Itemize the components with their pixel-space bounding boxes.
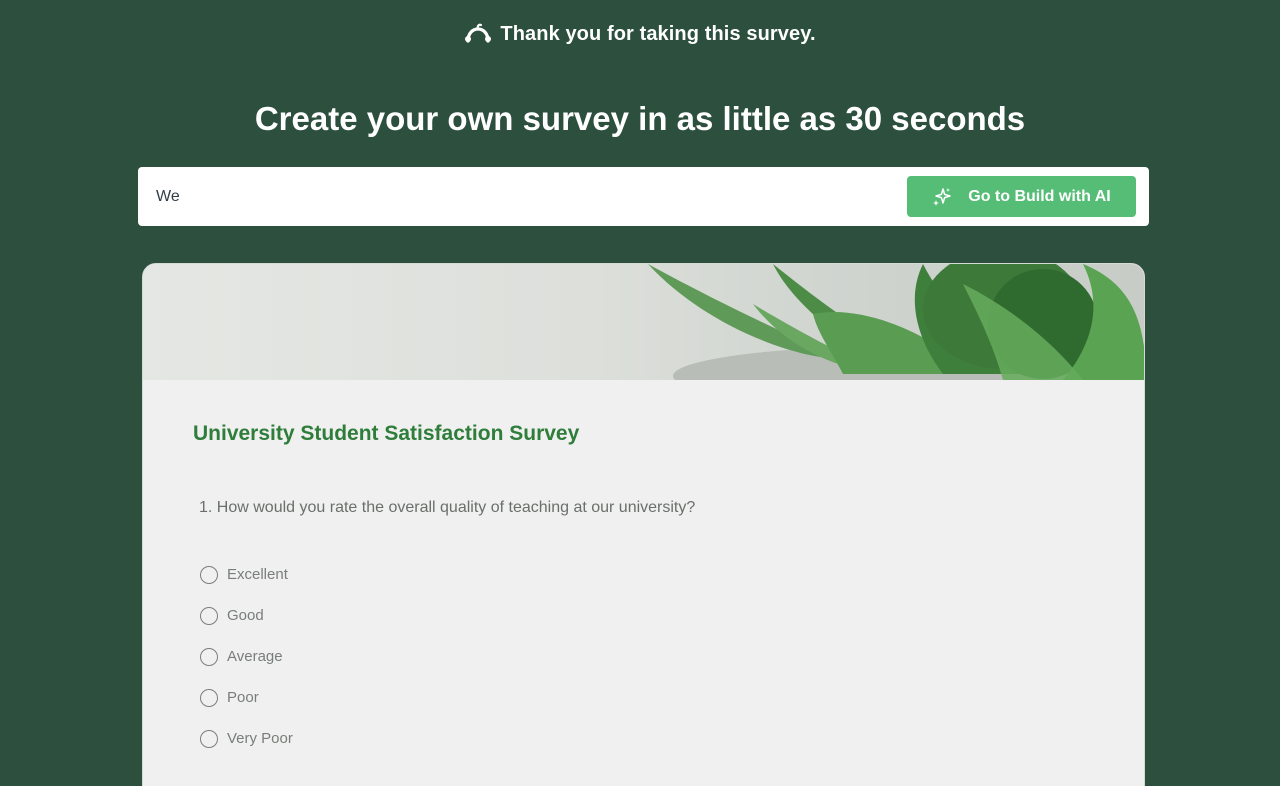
succulent-banner-image: [143, 264, 1144, 380]
thank-you-message: Thank you for taking this survey.: [500, 22, 816, 45]
page-headline: Create your own survey in as little as 3…: [254, 100, 1026, 137]
option-label: Average: [227, 648, 283, 665]
option-label: Very Poor: [227, 730, 293, 747]
surveymonkey-logo-icon: [464, 22, 492, 46]
radio-button[interactable]: [200, 729, 218, 748]
survey-preview-card: University Student Satisfaction Survey 1…: [142, 263, 1145, 786]
radio-button[interactable]: [200, 565, 218, 584]
option-excellent[interactable]: Excellent: [200, 554, 293, 595]
option-label: Good: [227, 607, 264, 624]
survey-prompt-input[interactable]: [156, 187, 907, 206]
option-average[interactable]: Average: [200, 636, 293, 677]
option-good[interactable]: Good: [200, 595, 293, 636]
radio-button[interactable]: [200, 606, 218, 625]
build-with-ai-button[interactable]: Go to Build with AI: [907, 176, 1136, 217]
build-with-ai-label: Go to Build with AI: [968, 187, 1111, 205]
top-bar: Thank you for taking this survey.: [0, 22, 1280, 46]
answer-options: Excellent Good Average Poor Very Poor: [200, 554, 293, 759]
radio-button[interactable]: [200, 647, 218, 666]
radio-button[interactable]: [200, 688, 218, 707]
option-label: Poor: [227, 689, 259, 706]
sparkle-icon: [932, 187, 952, 207]
option-poor[interactable]: Poor: [200, 677, 293, 718]
option-very-poor[interactable]: Very Poor: [200, 718, 293, 759]
survey-question: 1. How would you rate the overall qualit…: [199, 499, 696, 516]
option-label: Excellent: [227, 566, 288, 583]
ai-prompt-bar: Go to Build with AI: [138, 167, 1149, 226]
survey-title: University Student Satisfaction Survey: [193, 422, 580, 445]
